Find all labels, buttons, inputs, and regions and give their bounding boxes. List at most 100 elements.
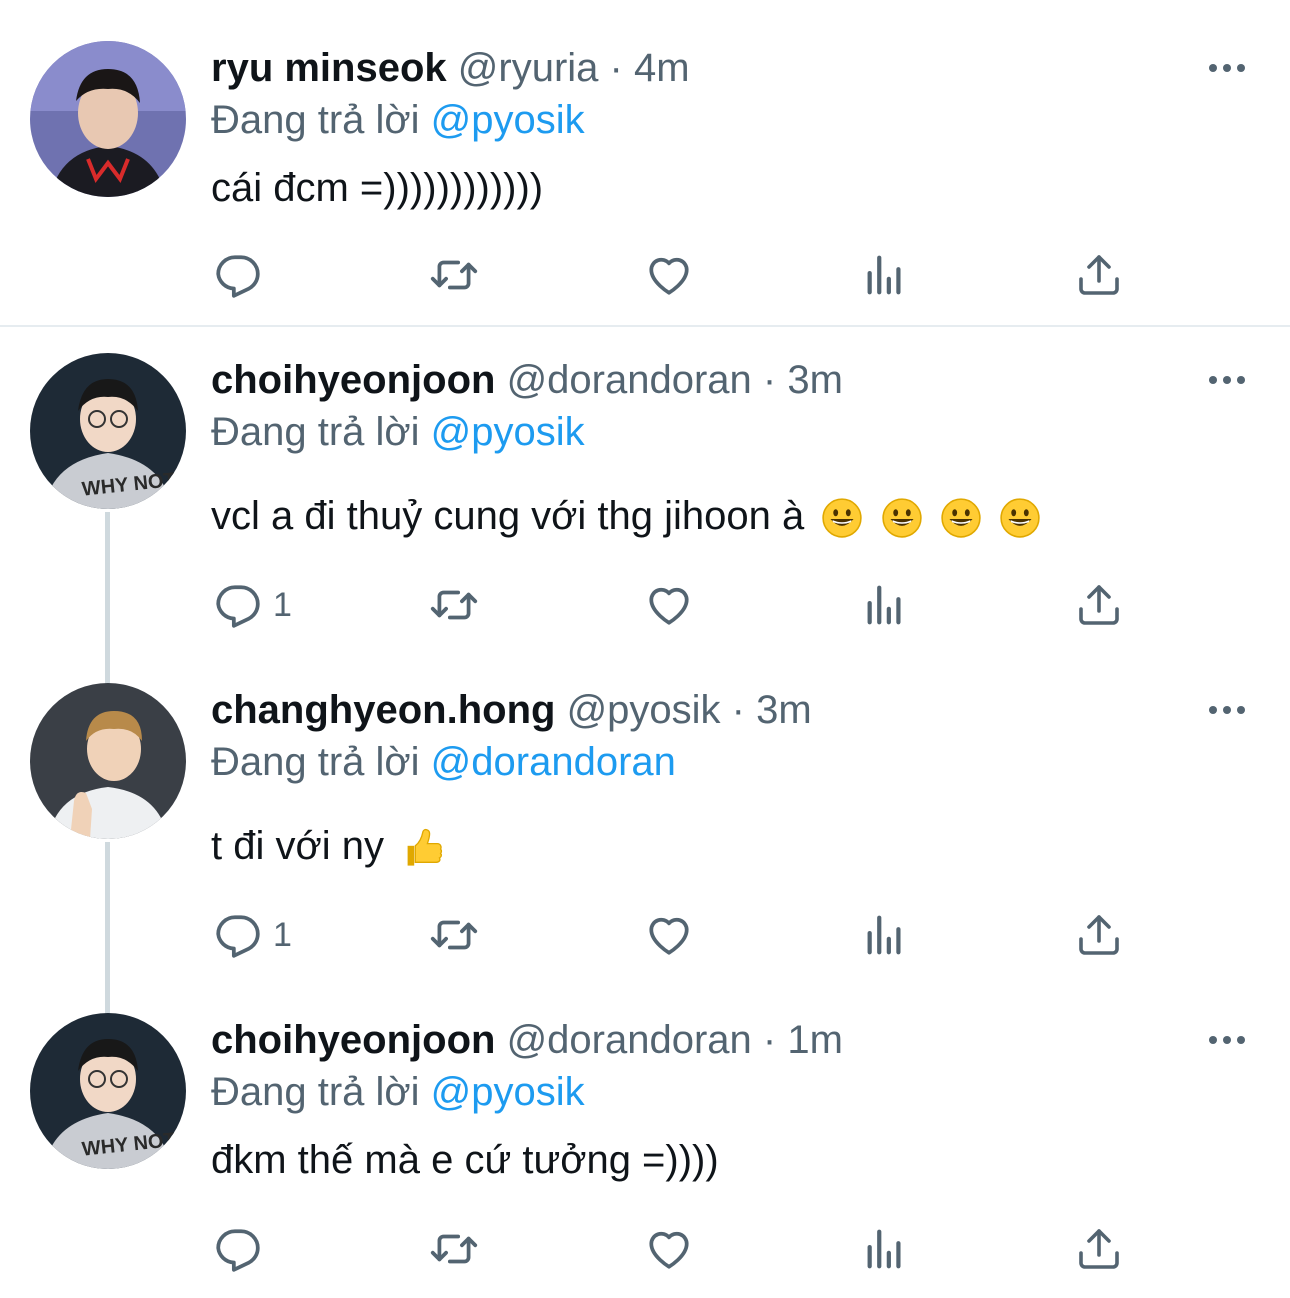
grinning-face-emoji [940,497,982,539]
tweet-text: cái đcm =)))))))))))) [211,166,544,210]
views-icon [862,1224,908,1274]
replying-to-mention[interactable]: @pyosik [431,1070,585,1114]
share-button[interactable] [1075,1224,1123,1274]
more-options-icon[interactable] [1206,1030,1248,1050]
replying-to-prefix: Đang trả lời [211,98,420,142]
timestamp[interactable]: 1m [787,1018,843,1062]
tweet[interactable]: WHY NOT?! choihyeonjoon @dorandoran · 1m… [0,987,1290,1298]
reply-icon [213,250,263,300]
retweet-button[interactable] [427,910,481,960]
views-icon [862,910,908,960]
tweet-body: vcl a đi thuỷ cung với thg jihoon à [211,492,1041,540]
share-button[interactable] [1075,910,1123,960]
display-name[interactable]: changhyeon.hong [211,688,555,732]
retweet-icon [427,250,481,300]
replying-to: Đang trả lời @pyosik [211,408,585,456]
avatar[interactable] [30,683,186,839]
timestamp[interactable]: 3m [787,358,843,402]
more-options-icon[interactable] [1206,58,1248,78]
tweet-actions [0,1224,1290,1280]
retweet-button[interactable] [427,250,481,300]
more-options-icon[interactable] [1206,370,1248,390]
tweet-header: choihyeonjoon @dorandoran · 1m [211,1016,843,1064]
replying-to-prefix: Đang trả lời [211,1070,420,1114]
tweet[interactable]: changhyeon.hong @pyosik · 3m Đang trả lờ… [0,657,1290,987]
replying-to: Đang trả lời @pyosik [211,96,585,144]
like-icon [643,580,695,630]
retweet-button[interactable] [427,1224,481,1274]
views-button[interactable] [862,580,908,630]
tweet-header: changhyeon.hong @pyosik · 3m [211,686,812,734]
reply-count: 1 [273,915,292,954]
timestamp[interactable]: 3m [756,688,812,732]
replying-to-mention[interactable]: @pyosik [431,98,585,142]
like-icon [643,1224,695,1274]
timestamp[interactable]: 4m [634,46,690,90]
tweet[interactable]: ryu minseok @ryuria · 4m Đang trả lời @p… [0,0,1290,325]
reply-button[interactable]: 1 [213,910,292,960]
tweet-body: t đi với ny [211,822,445,870]
reply-button[interactable] [213,1224,273,1274]
separator-dot: · [762,358,777,402]
reply-button[interactable] [213,250,273,300]
replying-to: Đang trả lời @pyosik [211,1068,585,1116]
retweet-button[interactable] [427,580,481,630]
reply-count: 1 [273,585,292,624]
share-icon [1075,580,1123,630]
separator-dot: · [731,688,745,732]
views-button[interactable] [862,910,908,960]
display-name[interactable]: ryu minseok [211,46,447,90]
grinning-face-emoji [999,497,1041,539]
username-handle[interactable]: @pyosik [567,688,721,732]
like-button[interactable] [643,580,695,630]
retweet-icon [427,1224,481,1274]
tweet-text: t đi với ny [211,824,384,868]
replying-to-prefix: Đang trả lời [211,410,420,454]
views-button[interactable] [862,250,908,300]
more-options-icon[interactable] [1206,700,1248,720]
reply-icon [213,580,263,630]
tweet-header: ryu minseok @ryuria · 4m [211,44,690,92]
like-button[interactable] [643,250,695,300]
tweet-text: vcl a đi thuỷ cung với thg jihoon à [211,494,805,538]
separator-dot: · [609,46,623,90]
tweet-actions: 1 [0,580,1290,636]
like-button[interactable] [643,910,695,960]
reply-icon [213,1224,263,1274]
tweet-actions: 1 [0,910,1290,966]
reply-icon [213,910,263,960]
like-icon [643,910,695,960]
retweet-icon [427,910,481,960]
avatar[interactable] [30,41,186,197]
share-button[interactable] [1075,250,1123,300]
tweet-actions [0,250,1290,306]
display-name[interactable]: choihyeonjoon [211,358,495,402]
tweet-header: choihyeonjoon @dorandoran · 3m [211,356,843,404]
like-button[interactable] [643,1224,695,1274]
share-button[interactable] [1075,580,1123,630]
share-icon [1075,910,1123,960]
replying-to-mention[interactable]: @dorandoran [431,740,676,784]
replying-to-prefix: Đang trả lời [211,740,420,784]
grinning-face-emoji [821,497,863,539]
replying-to: Đang trả lời @dorandoran [211,738,676,786]
separator-dot: · [762,1018,777,1062]
thumbs-up-emoji [401,826,445,870]
grinning-face-emoji [881,497,923,539]
tweet[interactable]: WHY NOT?! choihyeonjoon @dorandoran · 3m… [0,327,1290,657]
display-name[interactable]: choihyeonjoon [211,1018,495,1062]
like-icon [643,250,695,300]
share-icon [1075,1224,1123,1274]
reply-button[interactable]: 1 [213,580,292,630]
avatar[interactable]: WHY NOT?! [30,353,186,509]
retweet-icon [427,580,481,630]
views-button[interactable] [862,1224,908,1274]
avatar[interactable]: WHY NOT?! [30,1013,186,1169]
share-icon [1075,250,1123,300]
username-handle[interactable]: @ryuria [458,46,599,90]
replying-to-mention[interactable]: @pyosik [431,410,585,454]
views-icon [862,580,908,630]
views-icon [862,250,908,300]
username-handle[interactable]: @dorandoran [507,1018,752,1062]
username-handle[interactable]: @dorandoran [507,358,752,402]
